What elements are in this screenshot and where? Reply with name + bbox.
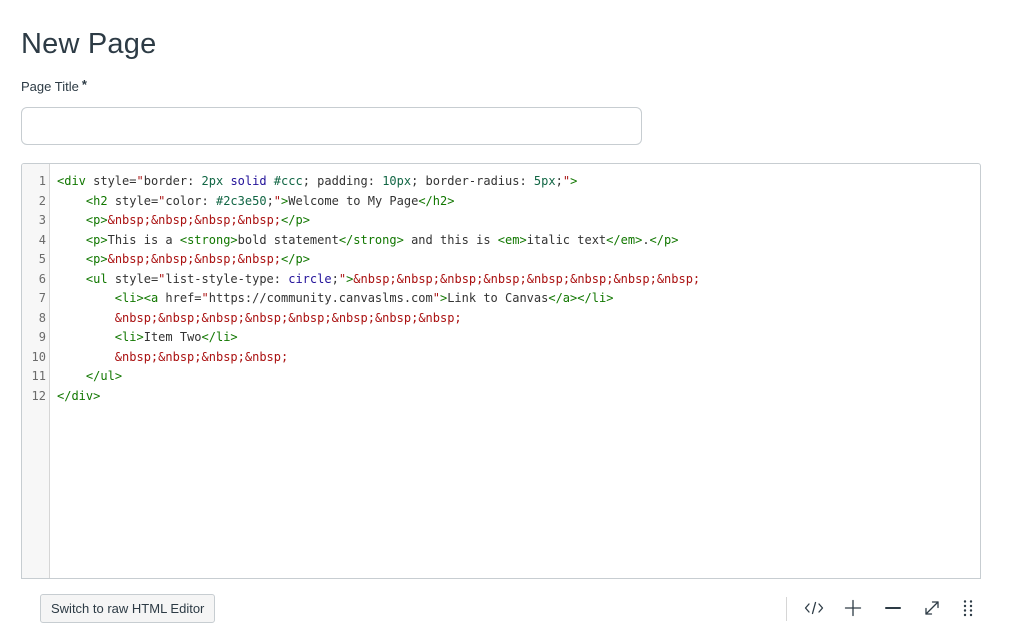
line-number: 8 (38, 311, 46, 325)
code-line[interactable]: &nbsp;&nbsp;&nbsp;&nbsp;&nbsp;&nbsp;&nbs… (57, 311, 462, 326)
code-line[interactable]: <li><a href="https://community.canvaslms… (57, 291, 614, 306)
line-number: 2 (38, 194, 46, 208)
code-editor[interactable]: 1 2 3 4 5 6 7 8 9 10 11 12 <div style="b… (21, 163, 981, 579)
drag-handle-icon[interactable] (958, 598, 978, 618)
toolbar-divider (786, 597, 787, 621)
code-line[interactable]: <ul style="list-style-type: circle;">&nb… (57, 272, 700, 287)
code-line[interactable]: </div> (57, 389, 100, 404)
code-line[interactable]: <div style="border: 2px solid #ccc; padd… (57, 174, 577, 189)
required-marker: * (81, 77, 87, 92)
code-line[interactable]: &nbsp;&nbsp;&nbsp;&nbsp; (57, 350, 288, 365)
page-title: New Page (21, 28, 157, 60)
fullscreen-icon[interactable] (922, 598, 942, 618)
page-title-label-text: Page Title (21, 79, 79, 94)
line-number: 3 (38, 213, 46, 227)
page-title-input[interactable] (21, 107, 642, 145)
line-number: 12 (31, 389, 46, 403)
line-number: 11 (31, 369, 46, 383)
line-number: 4 (38, 233, 46, 247)
code-line[interactable]: <p>&nbsp;&nbsp;&nbsp;&nbsp;</p> (57, 213, 310, 228)
code-view-icon[interactable] (804, 598, 824, 618)
line-number: 1 (38, 174, 46, 188)
plus-icon[interactable] (843, 598, 863, 618)
line-number: 10 (31, 350, 46, 364)
line-number: 7 (38, 291, 46, 305)
code-line[interactable]: <li>Item Two</li> (57, 330, 238, 345)
switch-to-raw-html-button[interactable]: Switch to raw HTML Editor (40, 594, 216, 623)
code-line[interactable]: <h2 style="color: #2c3e50;">Welcome to M… (57, 194, 455, 209)
code-line[interactable]: <p>This is a <strong>bold statement</str… (57, 233, 679, 248)
minus-icon[interactable] (883, 598, 903, 618)
line-number: 9 (38, 330, 46, 344)
line-number: 6 (38, 272, 46, 286)
line-number-gutter: 1 2 3 4 5 6 7 8 9 10 11 12 (22, 164, 50, 578)
code-line[interactable]: </ul> (57, 369, 122, 384)
line-number: 5 (38, 252, 46, 266)
page-title-label: Page Title * (21, 77, 87, 94)
code-line[interactable]: <p>&nbsp;&nbsp;&nbsp;&nbsp;</p> (57, 252, 310, 267)
